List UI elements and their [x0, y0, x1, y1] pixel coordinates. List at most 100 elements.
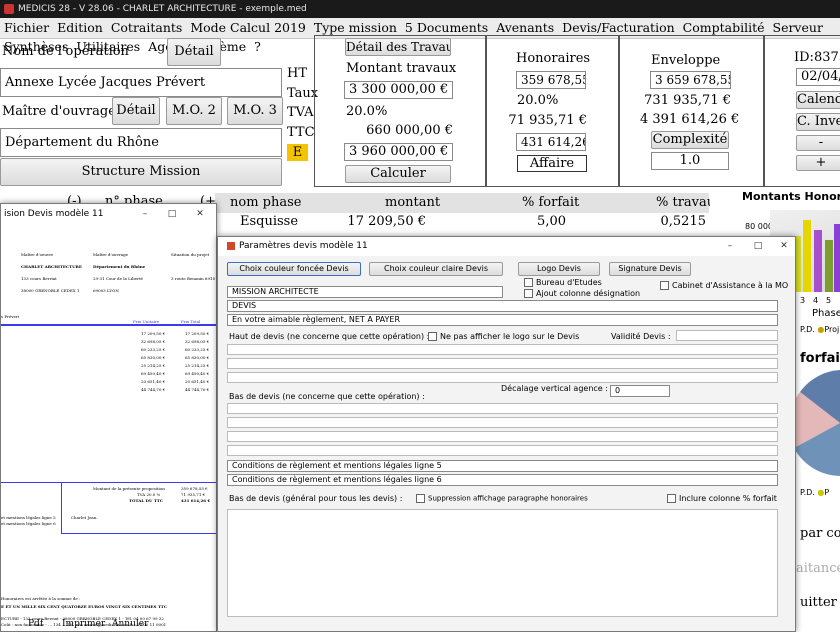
- moa-label: Maître d'ouvrage: [2, 104, 116, 119]
- tva-label: TVA: [287, 105, 314, 120]
- choix-couleur-foncee-button[interactable]: Choix couleur foncée Devis: [227, 262, 361, 276]
- date-field[interactable]: 02/04/20: [796, 68, 840, 86]
- pdf-button[interactable]: Pdf: [28, 619, 43, 629]
- cancel-button[interactable]: Annuler: [112, 619, 148, 629]
- suppression-checkbox[interactable]: Suppression affichage paragraphe honorai…: [416, 494, 588, 503]
- menu-fichier[interactable]: Fichier: [0, 18, 53, 37]
- bas-devis-line-4[interactable]: [227, 445, 778, 456]
- doc-subject: s Prévert: [1, 314, 20, 319]
- print-button[interactable]: Imprimer: [62, 619, 105, 629]
- params-minimize-icon[interactable]: –: [719, 237, 741, 256]
- quitter-button[interactable]: uitter: [800, 595, 837, 610]
- cabinet-checkbox[interactable]: Cabinet d'Assistance à la MO: [660, 281, 788, 290]
- close-icon[interactable]: ✕: [189, 204, 211, 224]
- inverse-button[interactable]: C. Inver: [796, 113, 840, 131]
- moa-field[interactable]: Département du Rhône: [0, 128, 282, 157]
- euro-indicator[interactable]: E: [287, 144, 308, 161]
- maximize-icon[interactable]: □: [161, 204, 183, 224]
- structure-mission-button[interactable]: Structure Mission: [0, 158, 282, 186]
- detail-travaux-button[interactable]: Détail des Travaux: [345, 38, 451, 56]
- suppression-box[interactable]: [416, 494, 425, 503]
- doc-signature: Charlet Jean.: [71, 515, 98, 520]
- validite-field[interactable]: [676, 330, 778, 341]
- phase-row-name[interactable]: Esquisse: [240, 214, 298, 229]
- menu-mode-calcul[interactable]: Mode Calcul 2019: [186, 18, 310, 37]
- bas-devis-line-3[interactable]: [227, 431, 778, 442]
- inclure-colonne-box[interactable]: [667, 494, 676, 503]
- ajout-colonne-box[interactable]: [524, 289, 533, 298]
- doc-amount-total: 20 651,40 €: [185, 379, 210, 384]
- chart-xtick-4: 4: [813, 296, 819, 305]
- conditions-line-5[interactable]: Conditions de règlement et mentions léga…: [227, 460, 778, 472]
- doc-amount: 65 830,00 €: [141, 355, 166, 360]
- doc-footer-1: Honoraires est arrêtée à la somme de :: [1, 596, 81, 601]
- bas-devis-line-2[interactable]: [227, 417, 778, 428]
- montant-ht-field[interactable]: 3 300 000,00 €: [344, 81, 453, 99]
- doc-total-value: 359 678,55 €: [181, 486, 208, 491]
- choix-couleur-claire-button[interactable]: Choix couleur claire Devis: [369, 262, 503, 276]
- logo-devis-button[interactable]: Logo Devis: [518, 262, 600, 276]
- ne-pas-afficher-box[interactable]: [428, 332, 437, 341]
- haut-devis-line-1[interactable]: [227, 344, 778, 355]
- affaire-button[interactable]: Affaire: [517, 155, 587, 172]
- menu-cotraitants[interactable]: Cotraitants: [107, 18, 187, 37]
- bas-general-textarea[interactable]: [227, 509, 778, 617]
- complexite-button[interactable]: Complexité: [651, 131, 729, 149]
- complexite-field[interactable]: 1.0: [651, 152, 729, 170]
- calculer-button[interactable]: Calculer: [345, 165, 451, 183]
- chart-legend-2: P.D. ●P: [800, 488, 830, 497]
- signature-devis-button[interactable]: Signature Devis: [609, 262, 691, 276]
- pie-chart: [790, 370, 840, 476]
- bas-devis-line-1[interactable]: [227, 403, 778, 414]
- phase-row-travaux[interactable]: 0,5215: [650, 214, 707, 229]
- honoraires-ht-field[interactable]: 359 678,55 €: [516, 71, 586, 89]
- decalage-field[interactable]: 0: [610, 385, 670, 397]
- forfait-title: forfait: [800, 351, 840, 366]
- chart-legend: P.D. ●Proj: [800, 325, 840, 334]
- haut-devis-line-3[interactable]: [227, 372, 778, 383]
- minimize-icon[interactable]: –: [134, 204, 156, 224]
- operation-name-field[interactable]: Annexe Lycée Jacques Prévert: [0, 68, 282, 97]
- doc-amount-total: 17 209,50 €: [185, 331, 210, 336]
- menu-edition[interactable]: Edition: [53, 18, 107, 37]
- doc-col-total: Prix Total: [181, 319, 201, 324]
- phase-col-forfait: % forfait: [522, 195, 580, 210]
- bureau-etudes-box[interactable]: [524, 278, 533, 287]
- menu-help[interactable]: ?: [250, 37, 265, 56]
- haut-devis-label: Haut de devis (ne concerne que cette opé…: [229, 332, 430, 341]
- ajout-colonne-checkbox[interactable]: Ajout colonne désignation: [524, 289, 640, 298]
- minus-button[interactable]: -: [796, 135, 840, 151]
- app-logo-icon: [4, 4, 14, 14]
- haut-devis-line-2[interactable]: [227, 358, 778, 369]
- calendar-button[interactable]: Calendr: [796, 91, 840, 109]
- bureau-etudes-checkbox[interactable]: Bureau d'Etudes: [524, 278, 602, 287]
- doc-total-label: Montant de la présente proposition: [93, 486, 165, 491]
- operation-detail-button[interactable]: Détail: [167, 38, 221, 66]
- mission-architecte-field[interactable]: MISSION ARCHITECTE: [227, 286, 503, 298]
- devis-title-field[interactable]: DEVIS: [227, 300, 778, 312]
- conditions-line-6[interactable]: Conditions de règlement et mentions léga…: [227, 474, 778, 486]
- suppression-label: Suppression affichage paragraphe honorai…: [428, 494, 588, 503]
- par-cotraitance-label[interactable]: par cotra: [800, 526, 840, 541]
- ne-pas-afficher-checkbox[interactable]: Ne pas afficher le logo sur le Devis: [428, 332, 579, 341]
- doc-amount-total: 32 698,05 €: [185, 339, 210, 344]
- phase-row-forfait[interactable]: 5,00: [510, 214, 566, 229]
- bas-devis-label: Bas de devis (ne concerne que cette opér…: [229, 392, 425, 401]
- reglement-field[interactable]: En votre aimable règlement, NET A PAYER: [227, 314, 778, 326]
- cabinet-box[interactable]: [660, 281, 669, 290]
- enveloppe-ht-field[interactable]: 3 659 678,55 €: [650, 71, 731, 89]
- ttc-field[interactable]: 3 960 000,00 €: [344, 143, 453, 161]
- params-close-icon[interactable]: ✕: [773, 237, 795, 256]
- phase-row-montant[interactable]: 17 209,50 €: [340, 214, 426, 229]
- chart-xtick-3: 3: [800, 296, 806, 305]
- preview-window: ision Devis modèle 11 – □ ✕ Maître d'oeu…: [0, 203, 217, 632]
- doc-footer-2: E ET UN MILLE SIX CENT QUATORZE EUROS VI…: [1, 604, 167, 609]
- mo2-button[interactable]: M.O. 2: [166, 97, 222, 125]
- params-maximize-icon[interactable]: □: [747, 237, 769, 256]
- chart-xtick-5: 5: [826, 296, 832, 305]
- mo3-button[interactable]: M.O. 3: [227, 97, 283, 125]
- moa-detail-button[interactable]: Détail: [112, 97, 160, 125]
- inclure-colonne-checkbox[interactable]: Inclure colonne % forfait: [667, 494, 777, 503]
- honoraires-ttc-field[interactable]: 431 614,26 €: [516, 133, 586, 151]
- plus-button[interactable]: +: [796, 155, 840, 171]
